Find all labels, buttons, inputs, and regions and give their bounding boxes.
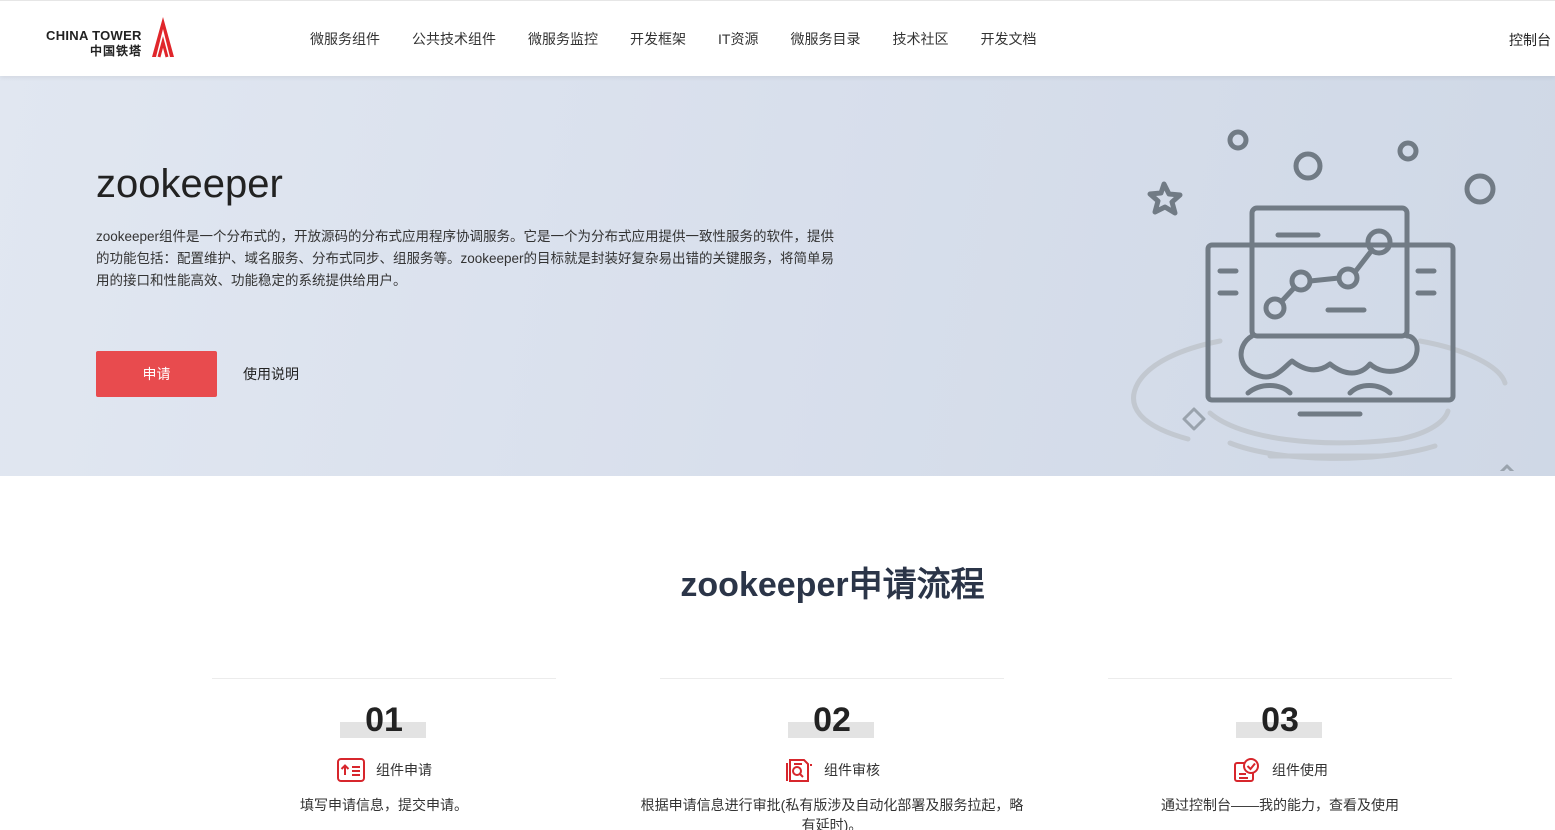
check-badge-icon <box>1232 757 1262 783</box>
step-number: 01 <box>365 701 403 739</box>
step-divider <box>212 678 556 679</box>
step-divider <box>660 678 1004 679</box>
process-step-1: 01 组件申请 填写申请信息，提交申请。 <box>212 678 556 830</box>
logo-text-cn: 中国铁塔 <box>90 44 143 58</box>
tower-logo-icon <box>152 17 174 58</box>
main-nav: 微服务组件 公共技术组件 微服务监控 开发框架 IT资源 微服务目录 技术社区 … <box>310 30 1068 48</box>
step-header: 组件申请 <box>212 757 556 783</box>
step-header: 组件审核 <box>660 757 1004 783</box>
step-name: 组件审核 <box>824 762 880 778</box>
usage-guide-link[interactable]: 使用说明 <box>243 365 299 383</box>
nav-item-microservice-catalog[interactable]: 微服务目录 <box>790 30 860 48</box>
china-tower-logo[interactable]: CHINA TOWER 中国铁塔 <box>46 15 178 61</box>
nav-item-public-tech-components[interactable]: 公共技术组件 <box>412 30 496 48</box>
step-description: 通过控制台——我的能力，查看及使用 <box>1161 797 1399 813</box>
top-header: CHINA TOWER 中国铁塔 微服务组件 公共技术组件 微服务监控 开发框架… <box>0 0 1555 76</box>
apply-button[interactable]: 申请 <box>96 351 217 397</box>
step-divider <box>1108 678 1452 679</box>
process-step-2: 02 组件审核 根据申请信息进行审批(私有版涉及自动化部署及服务拉起，略有延时)… <box>641 678 1023 830</box>
nav-item-microservice-components[interactable]: 微服务组件 <box>310 30 380 48</box>
document-review-icon <box>784 757 814 783</box>
process-step-3: 03 组件使用 通过控制台——我的能力，查看及使用 <box>1108 678 1452 830</box>
logo-text-en: CHINA TOWER <box>46 28 142 43</box>
console-link[interactable]: 控制台 <box>1509 31 1551 49</box>
step-description: 填写申请信息，提交申请。 <box>300 797 468 813</box>
step-description: 根据申请信息进行审批(私有版涉及自动化部署及服务拉起，略有延时)。 <box>640 797 1024 830</box>
step-name: 组件申请 <box>376 762 432 778</box>
step-number: 02 <box>813 701 851 739</box>
step-header: 组件使用 <box>1108 757 1452 783</box>
step-number: 03 <box>1261 701 1299 739</box>
form-upload-icon <box>336 757 366 783</box>
step-name: 组件使用 <box>1272 762 1328 778</box>
component-title: zookeeper <box>96 162 283 206</box>
nav-item-it-resources[interactable]: IT资源 <box>718 30 758 48</box>
nav-item-dev-docs[interactable]: 开发文档 <box>980 30 1036 48</box>
nav-item-microservice-monitor[interactable]: 微服务监控 <box>528 30 598 48</box>
nav-item-tech-community[interactable]: 技术社区 <box>892 30 948 48</box>
nav-item-dev-framework[interactable]: 开发框架 <box>630 30 686 48</box>
process-title: zookeeper申请流程 <box>680 566 985 604</box>
analytics-illustration-icon <box>1131 129 1515 471</box>
component-description: zookeeper组件是一个分布式的，开放源码的分布式应用程序协调服务。它是一个… <box>96 229 835 288</box>
hero-banner: zookeeper zookeeper组件是一个分布式的，开放源码的分布式应用程… <box>0 76 1555 476</box>
